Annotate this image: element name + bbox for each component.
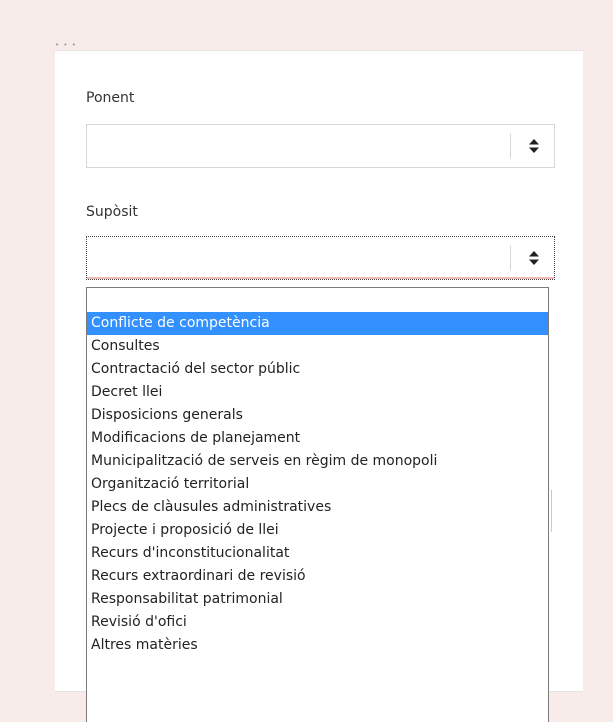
dropdown-option[interactable]: Projecte i proposició de llei [87,519,548,542]
dropdown-option[interactable]: Decret llei [87,381,548,404]
select-divider [510,134,511,158]
select-divider [510,246,511,270]
dropdown-option[interactable]: Municipalització de serveis en règim de … [87,450,548,473]
ponent-select[interactable] [86,124,555,168]
suposit-label: Supòsit [86,204,138,220]
up-down-chevron-icon [529,139,539,153]
suposit-select[interactable] [86,236,555,280]
dropdown-option[interactable]: Disposicions generals [87,404,548,427]
dropdown-option[interactable]: Revisió d'ofici [87,611,548,634]
hidden-field-edge [551,490,552,532]
dropdown-option[interactable]: Consultes [87,335,548,358]
panel-top-ornament: • • • [55,41,77,49]
dropdown-option[interactable]: Responsabilitat patrimonial [87,588,548,611]
up-down-chevron-icon [529,251,539,265]
dropdown-option[interactable]: Recurs extraordinari de revisió [87,565,548,588]
dropdown-option[interactable]: Conflicte de competència [87,312,548,335]
dropdown-option[interactable]: Contractació del sector públic [87,358,548,381]
dropdown-option[interactable]: Altres matèries [87,634,548,657]
ponent-label: Ponent [86,90,135,106]
suposit-dropdown-list[interactable]: Conflicte de competència Consultes Contr… [86,287,549,722]
dropdown-option-empty[interactable] [87,288,548,312]
dropdown-option[interactable]: Modificacions de planejament [87,427,548,450]
dropdown-option[interactable]: Plecs de clàusules administratives [87,496,548,519]
dropdown-option[interactable]: Recurs d'inconstitucionalitat [87,542,548,565]
dropdown-option[interactable]: Organització territorial [87,473,548,496]
